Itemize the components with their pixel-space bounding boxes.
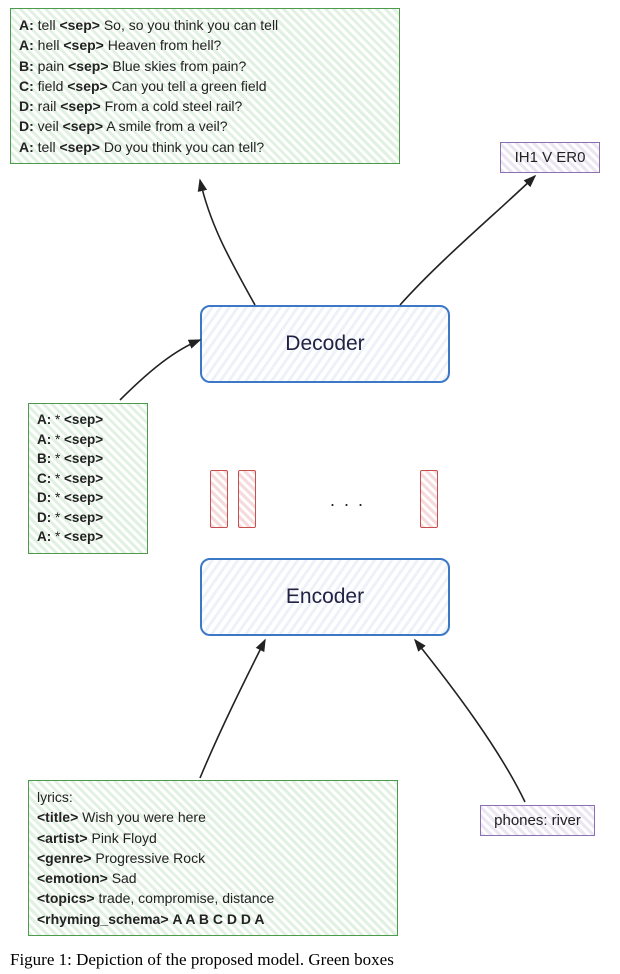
lyric-text: From a cold steel rail? xyxy=(105,98,243,114)
rhyme-label: D: xyxy=(19,98,34,114)
topics-tag: <topics> xyxy=(37,890,95,906)
prompt-line: D: * <sep> xyxy=(37,508,139,528)
encoder-block: Encoder xyxy=(200,558,450,636)
sep-token: <sep> xyxy=(64,412,103,427)
rhyme-label: B: xyxy=(19,58,34,74)
prompt-line: D: * <sep> xyxy=(37,488,139,508)
prompt-line: A: * <sep> xyxy=(37,430,139,450)
placeholder-word: * xyxy=(55,412,60,427)
lyric-text: Heaven from hell? xyxy=(108,37,222,53)
encoder-label: Encoder xyxy=(286,585,364,609)
title-value: Wish you were here xyxy=(82,809,206,825)
rhyme-label: D: xyxy=(37,490,51,505)
output-lyric-line: A: tell <sep> So, so you think you can t… xyxy=(19,15,391,35)
decoder-block: Decoder xyxy=(200,305,450,383)
output-lyric-line: A: tell <sep> Do you think you can tell? xyxy=(19,137,391,157)
prompt-line: C: * <sep> xyxy=(37,469,139,489)
sep-token: <sep> xyxy=(64,529,103,544)
prompt-line: A: * <sep> xyxy=(37,527,139,547)
title-tag: <title> xyxy=(37,809,78,825)
output-lyric-line: D: veil <sep> A smile from a veil? xyxy=(19,116,391,136)
placeholder-word: * xyxy=(55,490,60,505)
decoder-output-phones: IH1 V ER0 xyxy=(500,142,600,173)
sep-token: <sep> xyxy=(63,118,103,134)
output-lyric-line: B: pain <sep> Blue skies from pain? xyxy=(19,56,391,76)
sep-token: <sep> xyxy=(64,451,103,466)
sep-token: <sep> xyxy=(67,78,107,94)
sep-token: <sep> xyxy=(60,98,100,114)
lyric-text: Blue skies from pain? xyxy=(112,58,246,74)
artist-value: Pink Floyd xyxy=(91,830,156,846)
rhyme-label: A: xyxy=(37,529,51,544)
lyric-text: A smile from a veil? xyxy=(106,118,227,134)
rhyme-label: C: xyxy=(19,78,34,94)
sep-token: <sep> xyxy=(59,17,99,33)
rhyme-word: field xyxy=(38,78,64,94)
placeholder-word: * xyxy=(55,510,60,525)
output-lyric-line: A: hell <sep> Heaven from hell? xyxy=(19,35,391,55)
sep-token: <sep> xyxy=(64,490,103,505)
decoder-label: Decoder xyxy=(285,332,364,356)
rhyme-label: A: xyxy=(19,37,34,53)
sep-token: <sep> xyxy=(64,432,103,447)
lyric-text: Can you tell a green field xyxy=(112,78,267,94)
prompt-line: A: * <sep> xyxy=(37,410,139,430)
sep-token: <sep> xyxy=(64,471,103,486)
rhyme-label: A: xyxy=(19,139,34,155)
figure-caption: Figure 1: Depiction of the proposed mode… xyxy=(10,950,394,970)
rhyme-word: tell xyxy=(38,17,56,33)
rhyme-label: A: xyxy=(37,412,51,427)
latent-vector xyxy=(210,470,228,528)
placeholder-word: * xyxy=(55,471,60,486)
rhyme-word: pain xyxy=(38,58,64,74)
rhyme-word: veil xyxy=(38,118,59,134)
latent-vector xyxy=(238,470,256,528)
prompt-line: B: * <sep> xyxy=(37,449,139,469)
rhyme-label: C: xyxy=(37,471,51,486)
lyric-text: So, so you think you can tell xyxy=(104,17,278,33)
rhyme-word: hell xyxy=(38,37,60,53)
output-lyric-line: C: field <sep> Can you tell a green fiel… xyxy=(19,76,391,96)
decoder-output-lyrics: A: tell <sep> So, so you think you can t… xyxy=(10,8,400,164)
emotion-tag: <emotion> xyxy=(37,870,108,886)
rhyme-label: A: xyxy=(19,17,34,33)
rhyme-label: A: xyxy=(37,432,51,447)
lyrics-header: lyrics: xyxy=(37,787,389,807)
sep-token: <sep> xyxy=(59,139,99,155)
phones-output-text: IH1 V ER0 xyxy=(515,149,586,166)
rhyme-label: D: xyxy=(37,510,51,525)
genre-tag: <genre> xyxy=(37,850,91,866)
rhyme-word: rail xyxy=(38,98,57,114)
output-lyric-line: D: rail <sep> From a cold steel rail? xyxy=(19,96,391,116)
decoder-input-prompt: A: * <sep>A: * <sep>B: * <sep>C: * <sep>… xyxy=(28,403,148,554)
rhyme-label: D: xyxy=(19,118,34,134)
sep-token: <sep> xyxy=(64,510,103,525)
schema-tag: <rhyming_schema> xyxy=(37,911,169,927)
placeholder-word: * xyxy=(55,451,60,466)
sep-token: <sep> xyxy=(63,37,103,53)
lyric-text: Do you think you can tell? xyxy=(104,139,264,155)
placeholder-word: * xyxy=(55,432,60,447)
sep-token: <sep> xyxy=(68,58,108,74)
rhyme-label: B: xyxy=(37,451,51,466)
encoder-input-lyrics: lyrics: <title> Wish you were here <arti… xyxy=(28,780,398,936)
topics-value: trade, compromise, distance xyxy=(98,890,274,906)
emotion-value: Sad xyxy=(112,870,137,886)
placeholder-word: * xyxy=(55,529,60,544)
schema-value: A A B C D D A xyxy=(172,911,264,927)
genre-value: Progressive Rock xyxy=(95,850,205,866)
latent-vector xyxy=(420,470,438,528)
rhyme-word: tell xyxy=(38,139,56,155)
artist-tag: <artist> xyxy=(37,830,88,846)
phones-input-text: phones: river xyxy=(494,812,581,829)
ellipsis: . . . xyxy=(330,490,365,511)
encoder-input-phones: phones: river xyxy=(480,805,595,836)
